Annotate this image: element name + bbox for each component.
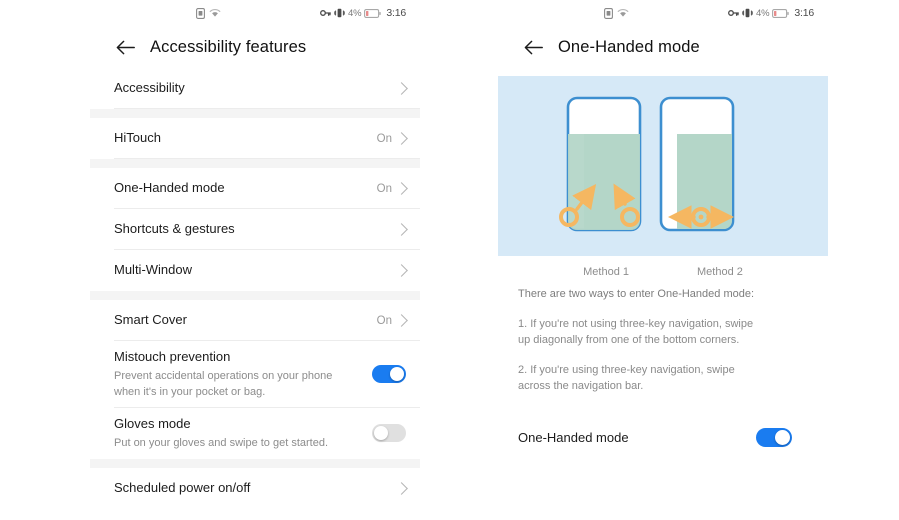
page-title: Accessibility features [150,37,307,56]
settings-list: Accessibility HiTouch On One-Handed mode… [90,68,420,520]
list-item-multi-window[interactable]: Multi-Window [90,250,420,291]
status-bar: 4% 3:16 [90,0,420,26]
one-handed-mode-illustration [498,76,828,256]
row-title: HiTouch [114,130,161,146]
chevron-right-icon [395,132,408,145]
group-separator [90,291,420,300]
chevron-right-icon [395,82,408,95]
chevron-right-icon [395,314,408,327]
row-title: Multi-Window [114,262,193,278]
clock-label: 3:16 [386,7,406,19]
list-item-accessibility[interactable]: Accessibility [90,68,420,109]
vpn-key-icon [728,9,739,17]
row-value: On [376,314,392,327]
gloves-mode-toggle[interactable] [372,424,406,443]
group-separator [90,159,420,168]
screenshot-stage: 4% 3:16 Accessibility features Accessibi… [0,0,899,520]
one-handed-mode-screen: 4% 3:16 One-Handed mode Method 1 Method … [498,0,828,520]
left-title-bar: Accessibility features [90,26,420,68]
vpn-key-icon [320,9,331,17]
row-value: On [376,182,392,195]
page-title: One-Handed mode [558,37,700,56]
list-item-scheduled-power[interactable]: Scheduled power on/off [90,468,420,509]
sim-card-icon [604,7,613,19]
vibrate-icon [334,8,346,18]
battery-low-icon [364,8,382,18]
list-item-gloves-mode[interactable]: Gloves mode Put on your gloves and swipe… [90,408,420,459]
row-title: Mistouch prevention [114,349,231,364]
chevron-right-icon [395,481,408,495]
description-block: There are two ways to enter One-Handed m… [498,280,828,395]
wifi-icon [617,8,629,18]
group-separator [90,109,420,118]
toggle-row-label: One-Handed mode [518,430,629,445]
accessibility-features-screen: 4% 3:16 Accessibility features Accessibi… [90,0,420,520]
hint-card-wrap: Looking for other settings? System navig… [90,509,420,520]
method-2-label: Method 2 [697,266,743,278]
group-separator [90,458,420,468]
clock-label: 3:16 [794,7,814,19]
sim-card-icon [196,7,205,19]
method-1-label: Method 1 [583,266,629,278]
list-item-hitouch[interactable]: HiTouch On [90,118,420,159]
row-subtitle: Put on your gloves and swipe to get star… [114,436,329,449]
method-1-phone [559,96,642,232]
one-handed-mode-toggle-row[interactable]: One-Handed mode [498,421,828,455]
row-title: Scheduled power on/off [114,479,251,495]
battery-percent-label: 4% [756,7,770,19]
battery-percent-label: 4% [348,7,362,19]
method-2-phone [659,96,735,232]
chevron-right-icon [395,182,408,195]
chevron-right-icon [395,223,408,236]
description-step-1: 1. If you're not using three-key navigat… [518,317,754,347]
row-title: Shortcuts & gestures [114,221,235,237]
row-title: Accessibility [114,80,185,96]
row-subtitle: Prevent accidental operations on your ph… [114,369,333,398]
list-item-one-handed-mode[interactable]: One-Handed mode On [90,168,420,209]
wifi-icon [209,8,221,18]
vibrate-icon [742,8,754,18]
list-item-shortcuts-gestures[interactable]: Shortcuts & gestures [90,209,420,250]
status-bar: 4% 3:16 [498,0,828,26]
row-title: Gloves mode [114,415,191,431]
back-arrow-icon[interactable] [522,36,544,58]
right-title-bar: One-Handed mode [498,26,828,68]
method-labels: Method 1 Method 2 [498,256,828,280]
row-title: Smart Cover [114,312,187,328]
row-title: One-Handed mode [114,180,225,196]
row-value: On [376,132,392,145]
mistouch-prevention-toggle[interactable] [372,365,406,384]
back-arrow-icon[interactable] [114,36,136,58]
list-item-mistouch-prevention[interactable]: Mistouch prevention Prevent accidental o… [90,341,420,408]
battery-low-icon [772,8,790,18]
list-item-smart-cover[interactable]: Smart Cover On [90,300,420,341]
description-lead: There are two ways to enter One-Handed m… [518,288,755,300]
one-handed-mode-toggle[interactable] [756,428,792,447]
description-step-2: 2. If you're using three-key navigation,… [518,363,735,393]
chevron-right-icon [395,264,408,277]
